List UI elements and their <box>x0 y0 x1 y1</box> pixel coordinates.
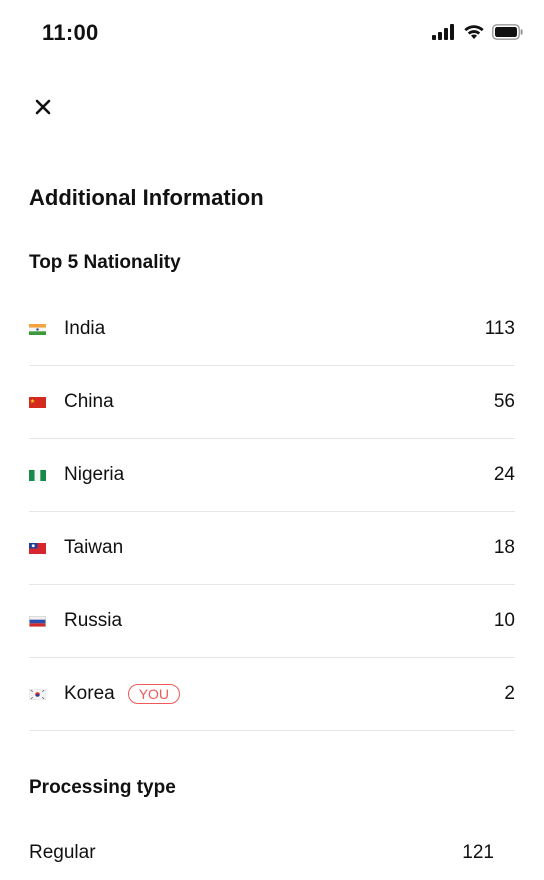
country-count: 10 <box>493 610 515 631</box>
india-flag-icon <box>29 323 46 335</box>
country-count: 113 <box>484 318 515 339</box>
country-count: 2 <box>504 683 515 704</box>
processing-type-count: 121 <box>462 842 494 863</box>
country-name: Taiwan <box>64 537 124 558</box>
nationality-row-russia: Russia 10 <box>29 585 515 658</box>
korea-flag-icon <box>29 688 46 700</box>
close-icon <box>34 98 52 121</box>
china-flag-icon <box>29 396 46 408</box>
nationality-row-taiwan: Taiwan 18 <box>29 512 515 585</box>
status-time: 11:00 <box>42 20 99 45</box>
country-name: Korea <box>64 683 115 704</box>
cellular-signal-icon <box>432 24 456 45</box>
status-bar: 11:00 <box>0 0 544 66</box>
status-icons <box>432 24 524 45</box>
wifi-icon <box>463 24 485 45</box>
country-count: 24 <box>493 464 515 485</box>
country-count: 56 <box>493 391 515 412</box>
country-name: China <box>64 391 114 412</box>
russia-flag-icon <box>29 615 46 627</box>
country-count: 18 <box>493 537 515 558</box>
country-name: India <box>64 318 106 339</box>
nationality-row-china: China 56 <box>29 366 515 439</box>
battery-icon <box>492 24 524 45</box>
processing-row-regular: Regular 121 <box>29 842 494 864</box>
processing-section-title: Processing type <box>29 777 176 798</box>
taiwan-flag-icon <box>29 542 46 554</box>
nationality-row-india: India 113 <box>29 293 515 366</box>
you-badge: YOU <box>127 684 181 704</box>
country-name: Russia <box>64 610 123 631</box>
close-button[interactable] <box>26 92 60 126</box>
page-title: Additional Information <box>29 185 264 210</box>
country-name: Nigeria <box>64 464 125 485</box>
nationality-row-korea: Korea YOU 2 <box>29 658 515 731</box>
nigeria-flag-icon <box>29 469 46 481</box>
processing-type-label: Regular <box>29 842 96 863</box>
nationality-list: India 113 China 56 Nigeria 24 Taiwan 18 … <box>29 293 515 731</box>
nationality-row-nigeria: Nigeria 24 <box>29 439 515 512</box>
nationality-section-title: Top 5 Nationality <box>29 252 181 273</box>
